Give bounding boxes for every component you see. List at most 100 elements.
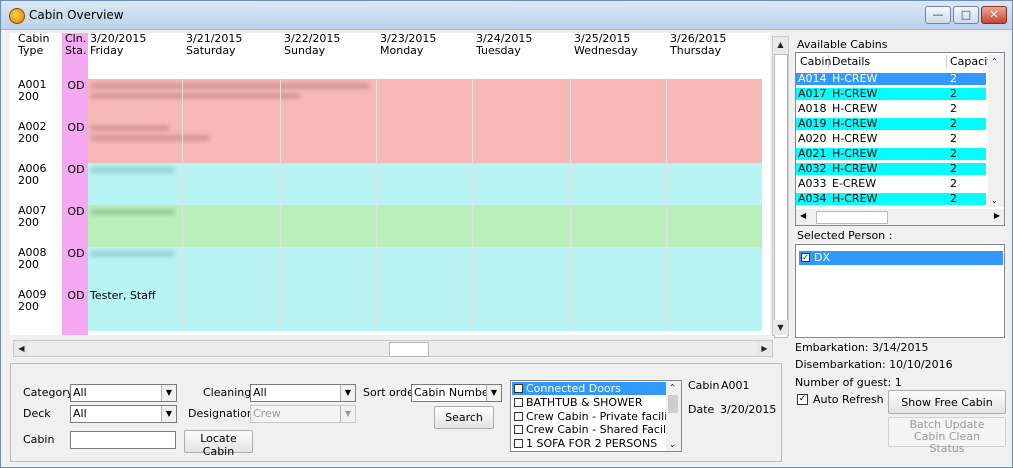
feature-item[interactable]: Crew Cabin - Shared Facilities <box>512 423 681 436</box>
checkbox-icon[interactable] <box>514 384 523 393</box>
cabin-cell[interactable]: A002 200 <box>18 121 47 145</box>
locate-cabin-button[interactable]: Locate Cabin <box>184 430 253 458</box>
grid-separator <box>570 79 571 331</box>
available-cabin-row[interactable]: A020 H-CREW 2 <box>796 133 986 145</box>
minimize-button[interactable]: — <box>925 6 951 24</box>
available-cabins-list[interactable]: Cabin Details Capacity A014 H-CREW 2 A017 H-… <box>795 52 1005 226</box>
header-clean-status: Cln. Sta. <box>65 33 87 57</box>
checkbox-icon[interactable] <box>514 439 523 449</box>
cabin-input[interactable] <box>70 431 176 449</box>
scroll-left-icon[interactable]: ◀ <box>14 341 29 356</box>
chevron-up-icon[interactable]: ⌃ <box>991 57 998 66</box>
cabin-features-checklist[interactable]: Connected Doors BATHTUB & SHOWER Crew Cabi… <box>510 380 682 452</box>
clean-status-cell[interactable]: OD <box>64 121 88 134</box>
cabin-cell[interactable]: A006 200 <box>18 163 47 187</box>
date-header: 3/24/2015 Tuesday <box>476 33 568 75</box>
cleaning-select[interactable]: All ▼ <box>250 384 356 402</box>
cabin-row-band[interactable] <box>88 121 762 163</box>
cabin-type: 200 <box>18 216 39 229</box>
feature-item[interactable]: 1 SOFA FOR 2 PERSONS <box>512 437 668 450</box>
chevron-up-icon[interactable]: ⌃ <box>669 383 676 392</box>
close-button[interactable]: ✕ <box>981 6 1007 24</box>
col-details[interactable]: Details <box>832 55 947 68</box>
cabin-type: 200 <box>18 258 39 271</box>
checkbox-icon[interactable] <box>514 397 523 407</box>
cabin-row-band[interactable] <box>88 163 762 205</box>
search-button[interactable]: Search <box>434 406 494 429</box>
available-cabin-cabin: A017 <box>798 87 827 100</box>
available-cabin-row[interactable]: A018 H-CREW 2 <box>796 103 986 115</box>
current-cabin-value: A001 <box>721 379 750 392</box>
category-select[interactable]: All ▼ <box>70 384 177 402</box>
chevron-down-icon[interactable]: ⌄ <box>669 440 676 449</box>
feature-item[interactable]: BATHTUB & SHOWER <box>512 396 668 409</box>
checkbox-icon[interactable] <box>514 411 523 421</box>
clean-status-cell[interactable]: OD <box>64 289 88 302</box>
grid-vertical-scrollbar[interactable]: ▲ ▼ <box>772 36 789 338</box>
auto-refresh-checkbox[interactable]: ✓ <box>797 394 808 405</box>
hscroll-thumb[interactable] <box>389 342 429 357</box>
available-cabin-details: H-CREW <box>832 162 878 175</box>
date-header: 3/21/2015 Saturday <box>186 33 278 75</box>
batch-update-clean-status-button[interactable]: Batch Update Cabin Clean Status <box>888 417 1006 455</box>
show-free-cabin-button[interactable]: Show Free Cabin <box>888 390 1006 414</box>
date-header-day: Sunday <box>284 44 326 57</box>
hscroll-thumb[interactable] <box>816 211 888 224</box>
available-cabin-row[interactable]: A034 H-CREW 2 <box>796 193 986 205</box>
features-vscroll[interactable]: ⌃ ⌄ <box>666 381 681 451</box>
available-vscroll[interactable]: ⌃ ⌄ <box>988 55 1004 207</box>
col-cabin[interactable]: Cabin <box>800 55 831 68</box>
deck-select[interactable]: All ▼ <box>70 405 177 423</box>
feature-item[interactable]: Connected Doors <box>512 382 668 395</box>
scroll-right-icon[interactable]: ▶ <box>994 211 1000 220</box>
clean-status-cell[interactable]: OD <box>64 163 88 176</box>
sort-order-select[interactable]: Cabin Number ▼ <box>411 384 502 402</box>
cabin-cell[interactable]: A008 200 <box>18 247 47 271</box>
feature-label: Crew Cabin - Private facilities <box>526 409 682 423</box>
available-cabin-row[interactable]: A032 H-CREW 2 <box>796 163 986 175</box>
grid-horizontal-scrollbar[interactable]: ◀ ▶ <box>13 340 773 357</box>
checkbox-icon[interactable] <box>514 425 523 435</box>
feature-label: Crew Cabin - Shared Facilities <box>526 423 682 437</box>
checkbox-checked-icon[interactable]: ✓ <box>801 253 810 262</box>
selected-person-list[interactable]: ✓ DX <box>795 244 1005 338</box>
scroll-up-icon[interactable]: ▲ <box>773 37 788 52</box>
scroll-thumb[interactable] <box>774 54 788 338</box>
available-cabin-row[interactable]: A017 H-CREW 2 <box>796 88 986 100</box>
clean-status-cell[interactable]: OD <box>64 247 88 260</box>
scroll-left-icon[interactable]: ◀ <box>800 211 806 220</box>
available-cabin-details: H-CREW <box>832 132 878 145</box>
cabin-label: Cabin <box>23 433 55 446</box>
available-cabin-capacity: 2 <box>950 192 957 205</box>
clean-status-cell[interactable]: OD <box>64 205 88 218</box>
designation-select[interactable]: Crew ▼ <box>250 405 356 423</box>
available-cabin-row[interactable]: A019 H-CREW 2 <box>796 118 986 130</box>
features-scroll-thumb[interactable] <box>668 395 678 413</box>
cabin-row-band[interactable] <box>88 289 762 331</box>
scroll-right-icon[interactable]: ▶ <box>757 341 772 356</box>
cabin-cell[interactable]: A009 200 <box>18 289 47 313</box>
date-header-day: Friday <box>90 44 124 57</box>
maximize-button[interactable]: □ <box>953 6 979 24</box>
cabin-row-band[interactable] <box>88 205 762 247</box>
clean-status-cell[interactable]: OD <box>64 79 88 92</box>
available-hscroll[interactable]: ◀ ▶ <box>796 209 1004 225</box>
sort-order-value: Cabin Number <box>414 386 494 399</box>
available-cabin-capacity: 2 <box>950 132 957 145</box>
cabin-cell[interactable]: A001 200 <box>18 79 47 103</box>
available-cabin-row[interactable]: A014 H-CREW 2 <box>796 73 986 85</box>
occupant-name[interactable]: Tester, Staff <box>90 289 156 302</box>
cabin-row-band[interactable] <box>88 247 762 289</box>
cabin-grid[interactable]: Cabin Type Cln. Sta. 3/20/2015 Friday 3/21… <box>10 33 770 335</box>
feature-item[interactable]: Crew Cabin - Private facilities <box>512 410 681 423</box>
available-cabin-row[interactable]: A021 H-CREW 2 <box>796 148 986 160</box>
available-cabin-row[interactable]: A033 E-CREW 2 <box>796 178 986 190</box>
chevron-down-icon[interactable]: ⌄ <box>991 196 998 205</box>
date-header: 3/20/2015 Friday <box>90 33 182 75</box>
cabin-cell[interactable]: A007 200 <box>18 205 47 229</box>
maximize-icon: □ <box>960 8 972 21</box>
selected-person-item[interactable]: ✓ DX <box>799 251 1003 265</box>
scroll-down-icon[interactable]: ▼ <box>773 320 788 335</box>
col-capacity[interactable]: Capacity <box>950 55 988 68</box>
minimize-icon: — <box>932 8 944 21</box>
